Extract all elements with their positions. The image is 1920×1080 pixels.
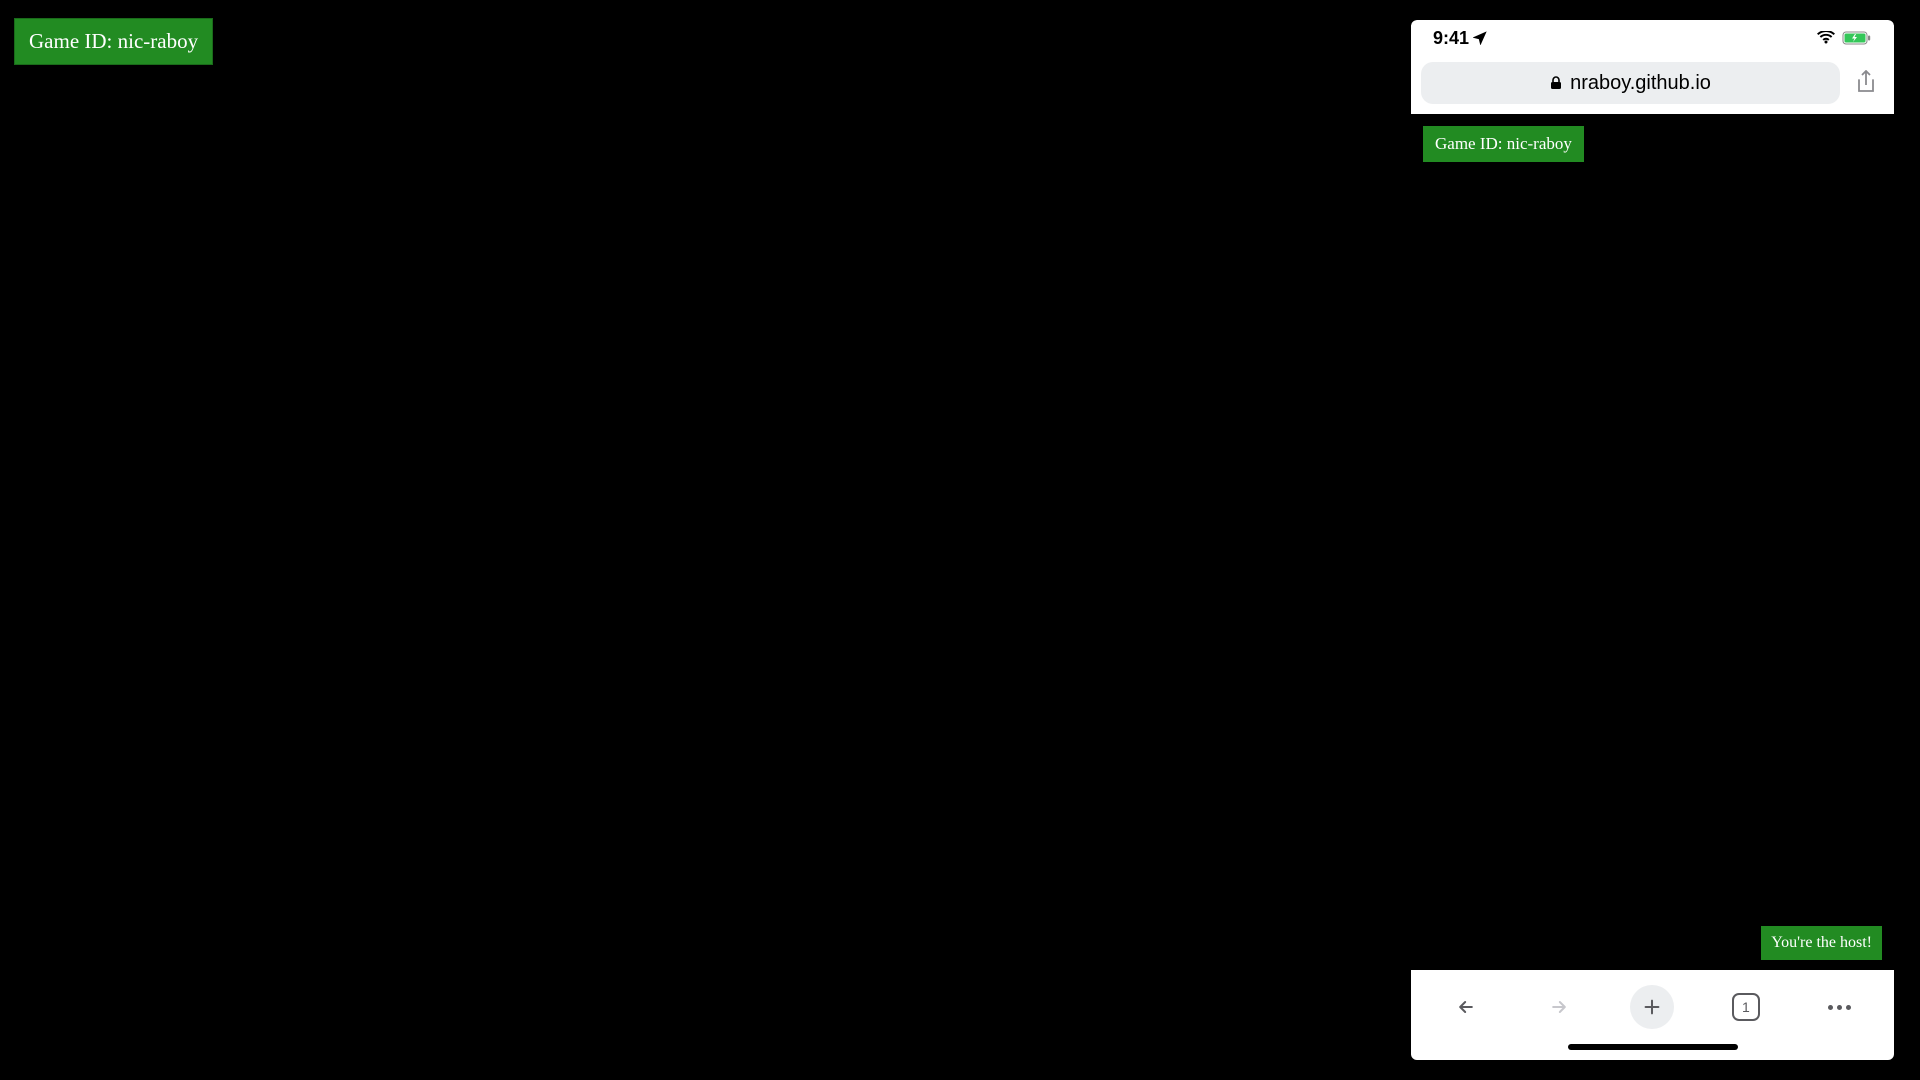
game-id-badge: Game ID: nic-raboy <box>14 18 213 65</box>
address-row: nraboy.github.io <box>1411 56 1894 114</box>
status-time: 9:41 <box>1433 28 1469 49</box>
phone-frame: 9:41 <box>1411 20 1894 1060</box>
new-tab-button[interactable] <box>1630 985 1674 1029</box>
phone-content: Game ID: nic-raboy You're the host! <box>1411 114 1894 970</box>
more-icon <box>1828 1005 1851 1010</box>
tabs-count: 1 <box>1732 993 1760 1021</box>
status-right <box>1816 31 1872 45</box>
battery-icon <box>1842 31 1872 45</box>
more-button[interactable] <box>1817 985 1861 1029</box>
tabs-button[interactable]: 1 <box>1724 985 1768 1029</box>
address-bar[interactable]: nraboy.github.io <box>1421 62 1840 104</box>
lock-icon <box>1550 76 1562 90</box>
phone-top-chrome: 9:41 <box>1411 20 1894 114</box>
location-icon <box>1473 31 1487 45</box>
phone-bottom-chrome: 1 <box>1411 970 1894 1060</box>
status-left: 9:41 <box>1433 28 1487 49</box>
host-badge: You're the host! <box>1761 926 1882 960</box>
status-bar: 9:41 <box>1411 20 1894 56</box>
wifi-icon <box>1816 31 1836 45</box>
address-url: nraboy.github.io <box>1570 72 1711 95</box>
share-button[interactable] <box>1848 65 1884 101</box>
forward-button[interactable] <box>1537 985 1581 1029</box>
phone-game-id-badge: Game ID: nic-raboy <box>1423 126 1584 162</box>
home-indicator[interactable] <box>1568 1044 1738 1050</box>
nav-row: 1 <box>1411 970 1894 1044</box>
back-button[interactable] <box>1444 985 1488 1029</box>
